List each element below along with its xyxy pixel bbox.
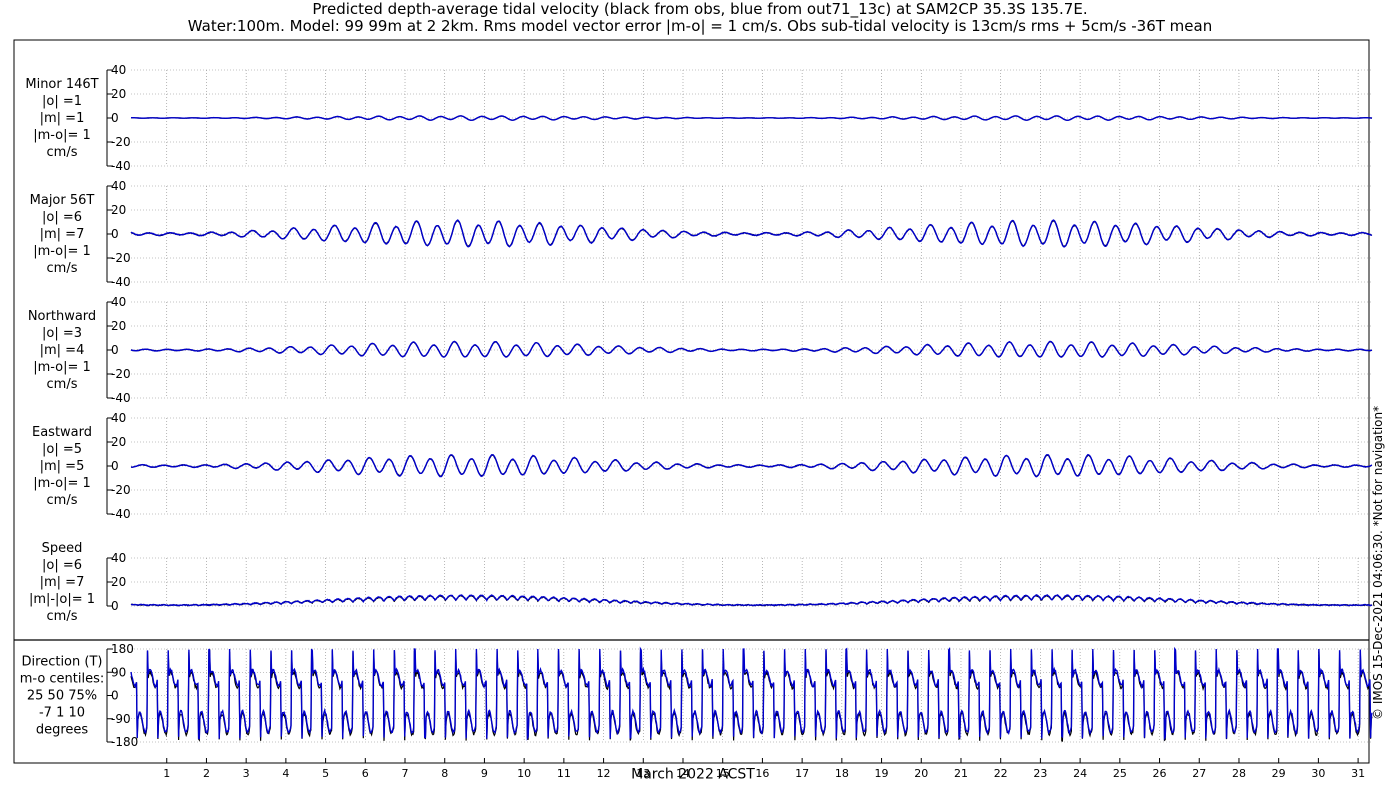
x-tick-label: 28 (1232, 767, 1246, 780)
y-tick-label: 0 (111, 689, 119, 703)
y-tick-label: -20 (111, 135, 131, 149)
panel-label-line: |m-o|= 1 (33, 476, 91, 491)
x-tick-label: 25 (1113, 767, 1127, 780)
x-tick-label: 27 (1192, 767, 1206, 780)
panel-label-line: cm/s (47, 493, 78, 508)
tidal-velocity-chart: 1 2 3 4 5 6 7 8 9 10 11 12 13 14 15 16 17 18 19 20 21 22 23 24 2… (13, 39, 1373, 783)
y-tick-label: -20 (111, 251, 131, 265)
series-model-line (130, 340, 1372, 358)
copyright-text: © IMOS 15-Dec-2021 04:06:30. *Not for na… (1371, 405, 1385, 720)
series-model-line (131, 594, 1373, 607)
x-tick-label: 29 (1272, 767, 1286, 780)
panel-label-line: |o| =6 (42, 210, 82, 225)
panel-label-line: Direction (T) (22, 655, 103, 670)
panel-label-line: |o| =3 (42, 326, 82, 341)
panel-label-line: |m-o|= 1 (33, 360, 91, 375)
x-tick-label: 7 (402, 767, 409, 780)
y-tick-label: 40 (111, 179, 126, 193)
panel-label-line: |m| =1 (40, 111, 85, 126)
series-model-line (130, 219, 1373, 248)
x-tick-label: 20 (914, 767, 928, 780)
panel-label-line: Major 56T (30, 193, 95, 208)
x-tick-label: 23 (1033, 767, 1047, 780)
panel-label-line: Speed (42, 541, 83, 556)
y-tick-label: 0 (111, 343, 119, 357)
panel-label-line: |o| =1 (42, 94, 82, 109)
y-tick-label: -20 (111, 483, 131, 497)
x-tick-label: 4 (282, 767, 289, 780)
x-tick-label: 30 (1311, 767, 1325, 780)
x-tick-label: 11 (557, 767, 571, 780)
y-tick-label: 180 (111, 642, 134, 656)
y-tick-label: 40 (111, 551, 126, 565)
panel-label-line: Eastward (32, 425, 92, 440)
panel-label-line: degrees (36, 723, 89, 738)
panel-label-line: |m| =7 (40, 227, 85, 242)
y-tick-label: -40 (111, 391, 131, 405)
plot-frame (13, 39, 1370, 764)
x-tick-label: 3 (243, 767, 250, 780)
y-tick-label: 40 (111, 295, 126, 309)
x-tick-label: 12 (597, 767, 611, 780)
panel-label-line: cm/s (47, 377, 78, 392)
y-tick-label: -40 (111, 507, 131, 521)
panel-label-line: |o| =6 (42, 558, 82, 573)
y-tick-label: -90 (111, 712, 131, 726)
panel-label-line: Northward (28, 309, 96, 324)
y-tick-label: -40 (111, 159, 131, 173)
series-model-line (130, 646, 1373, 741)
copyright-note: © IMOS 15-Dec-2021 04:06:30. *Not for na… (1371, 406, 1389, 740)
x-tick-label: 10 (517, 767, 531, 780)
y-tick-label: -40 (111, 275, 131, 289)
y-tick-label: 20 (111, 575, 126, 589)
panel-label-line: Minor 146T (25, 77, 98, 92)
panel-label-line: |m-o|= 1 (33, 244, 91, 259)
x-tick-label: 8 (441, 767, 448, 780)
x-tick-label: 6 (362, 767, 369, 780)
panel-label-line: |o| =5 (42, 442, 82, 457)
y-tick-label: 20 (111, 319, 126, 333)
y-tick-label: 40 (111, 411, 126, 425)
x-tick-label: 5 (322, 767, 329, 780)
y-tick-label: 0 (111, 227, 119, 241)
panel-label-line: -7 1 10 (39, 706, 85, 721)
x-tick-label: 21 (954, 767, 968, 780)
panel-label-line: |m| =5 (40, 459, 85, 474)
x-tick-label: 2 (203, 767, 210, 780)
panel-label-line: cm/s (47, 609, 78, 624)
x-tick-label: 31 (1351, 767, 1365, 780)
y-tick-label: 0 (111, 111, 119, 125)
x-axis-label: March 2022 ACST (631, 767, 755, 783)
y-tick-label: 0 (111, 459, 119, 473)
x-tick-label: 1 (163, 767, 170, 780)
panel-label-line: |m|-|o|= 1 (29, 592, 95, 607)
y-tick-label: -20 (111, 367, 131, 381)
x-tick-label: 22 (994, 767, 1008, 780)
panel-label-line: |m| =4 (40, 343, 85, 358)
x-tick-label: 16 (755, 767, 769, 780)
y-tick-label: 20 (111, 87, 126, 101)
y-tick-label: 40 (111, 63, 126, 77)
x-tick-label: 9 (481, 767, 488, 780)
day-gridlines (166, 70, 1359, 742)
x-tick-label: 19 (875, 767, 889, 780)
y-tick-label: 20 (111, 203, 126, 217)
y-tick-label: 0 (111, 599, 119, 613)
x-tick-label: 18 (835, 767, 849, 780)
panel-label-line: 25 50 75% (27, 689, 97, 704)
x-tick-label: 26 (1153, 767, 1167, 780)
series-obs-line (130, 454, 1372, 477)
panel-label-line: m-o centiles: (20, 672, 105, 687)
panel-label-line: cm/s (47, 261, 78, 276)
panel-label-line: |m| =7 (40, 575, 85, 590)
panel-label-line: cm/s (47, 145, 78, 160)
x-tick-label: 24 (1073, 767, 1087, 780)
panel-label-line: |m-o|= 1 (33, 128, 91, 143)
y-tick-label: 20 (111, 435, 126, 449)
x-tick-label: 17 (795, 767, 809, 780)
y-tick-label: 90 (111, 665, 126, 679)
